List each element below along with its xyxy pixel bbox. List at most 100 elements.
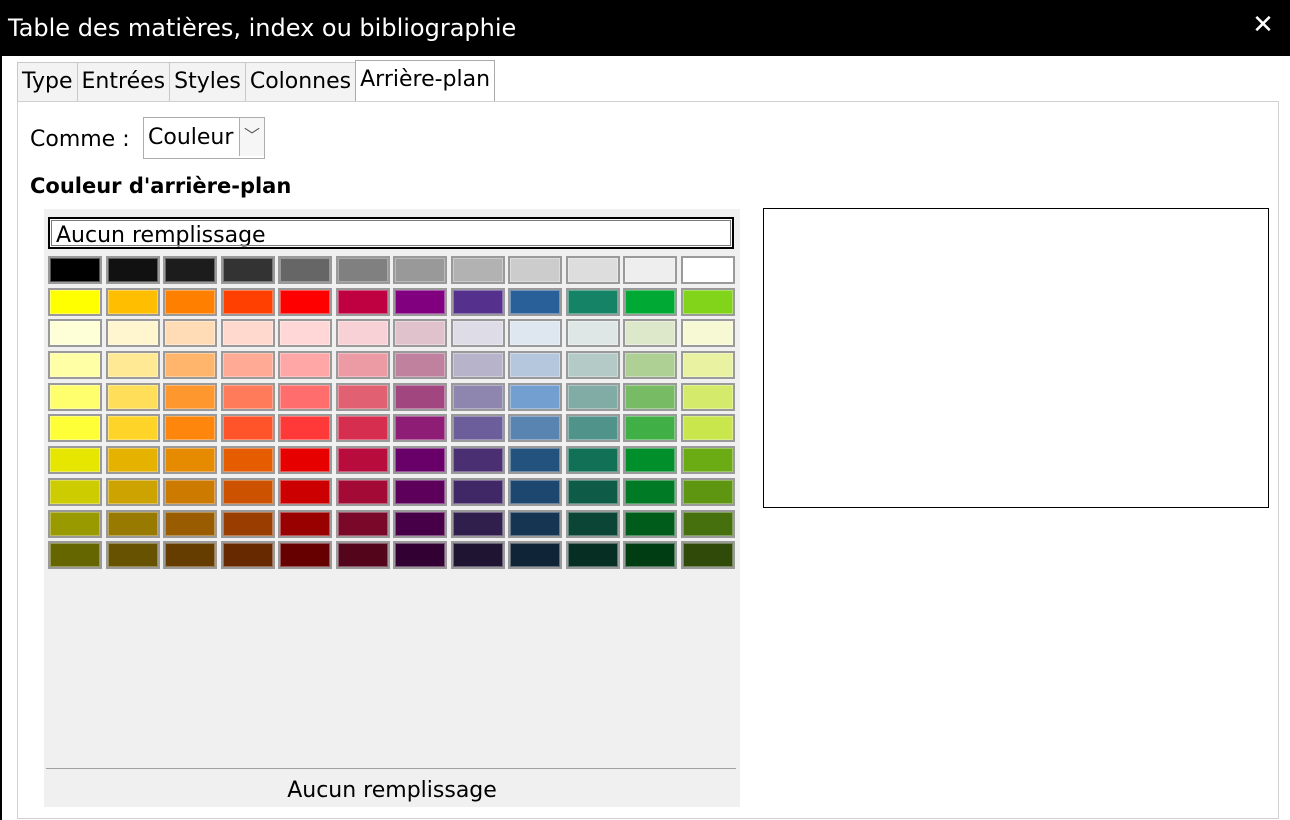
color-swatch[interactable] [565,446,620,475]
color-swatch[interactable] [278,256,332,284]
color-swatch[interactable] [565,509,620,538]
color-swatch[interactable] [393,256,447,284]
color-swatch[interactable] [450,446,505,475]
color-swatch[interactable] [163,414,217,443]
color-swatch[interactable] [393,351,447,380]
color-swatch[interactable] [393,541,447,570]
color-swatch[interactable] [220,446,275,475]
color-swatch[interactable] [278,414,332,443]
color-swatch[interactable] [508,319,562,348]
no-fill-button[interactable]: Aucun remplissage [48,217,734,249]
color-swatch[interactable] [163,287,217,316]
color-swatch[interactable] [450,319,505,348]
color-swatch[interactable] [680,446,735,475]
color-swatch[interactable] [278,541,332,570]
color-swatch[interactable] [393,509,447,538]
color-swatch[interactable] [450,382,505,411]
color-swatch[interactable] [450,256,505,284]
comme-select[interactable]: Couleur ﹀ [143,117,265,159]
color-swatch[interactable] [335,382,390,411]
color-swatch[interactable] [335,256,390,284]
color-swatch[interactable] [220,477,275,506]
color-swatch[interactable] [220,256,275,284]
color-swatch[interactable] [623,287,677,316]
color-swatch[interactable] [393,477,447,506]
color-swatch[interactable] [393,319,447,348]
color-swatch[interactable] [450,509,505,538]
color-swatch[interactable] [623,351,677,380]
color-swatch[interactable] [450,414,505,443]
color-swatch[interactable] [163,256,217,284]
chevron-down-icon[interactable]: ﹀ [239,118,264,156]
color-swatch[interactable] [623,319,677,348]
color-swatch[interactable] [565,287,620,316]
color-swatch[interactable] [623,509,677,538]
color-swatch[interactable] [48,541,102,570]
color-swatch[interactable] [105,477,160,506]
color-swatch[interactable] [450,477,505,506]
color-swatch[interactable] [335,287,390,316]
color-swatch[interactable] [680,382,735,411]
color-swatch[interactable] [278,382,332,411]
color-swatch[interactable] [680,256,735,284]
color-swatch[interactable] [278,477,332,506]
color-swatch[interactable] [48,256,102,284]
color-swatch[interactable] [105,541,160,570]
color-swatch[interactable] [508,256,562,284]
color-swatch[interactable] [335,351,390,380]
color-swatch[interactable] [163,319,217,348]
color-swatch[interactable] [105,319,160,348]
color-swatch[interactable] [450,541,505,570]
color-swatch[interactable] [508,477,562,506]
color-swatch[interactable] [163,541,217,570]
tab-arriere-plan[interactable]: Arrière-plan [355,60,496,101]
color-swatch[interactable] [680,287,735,316]
color-swatch[interactable] [680,509,735,538]
color-swatch[interactable] [105,509,160,538]
close-icon[interactable]: ✕ [1250,10,1276,40]
color-swatch[interactable] [565,382,620,411]
color-swatch[interactable] [48,351,102,380]
color-swatch[interactable] [680,319,735,348]
color-swatch[interactable] [105,287,160,316]
color-swatch[interactable] [508,351,562,380]
color-swatch[interactable] [565,351,620,380]
color-swatch[interactable] [623,256,677,284]
color-swatch[interactable] [163,382,217,411]
color-swatch[interactable] [220,351,275,380]
color-swatch[interactable] [105,446,160,475]
color-swatch[interactable] [48,509,102,538]
color-swatch[interactable] [278,509,332,538]
color-swatch[interactable] [278,287,332,316]
color-swatch[interactable] [508,287,562,316]
color-swatch[interactable] [220,414,275,443]
tab-colonnes[interactable]: Colonnes [244,62,357,101]
color-swatch[interactable] [623,541,677,570]
color-swatch[interactable] [278,351,332,380]
color-swatch[interactable] [48,287,102,316]
color-swatch[interactable] [508,541,562,570]
color-swatch[interactable] [565,256,620,284]
color-swatch[interactable] [565,319,620,348]
color-swatch[interactable] [335,541,390,570]
color-swatch[interactable] [623,382,677,411]
color-swatch[interactable] [623,477,677,506]
color-swatch[interactable] [105,351,160,380]
color-swatch[interactable] [450,287,505,316]
color-swatch[interactable] [335,319,390,348]
color-swatch[interactable] [105,414,160,443]
color-swatch[interactable] [163,446,217,475]
color-swatch[interactable] [48,477,102,506]
color-swatch[interactable] [565,541,620,570]
tab-styles[interactable]: Styles [169,62,246,101]
color-swatch[interactable] [508,382,562,411]
color-swatch[interactable] [450,351,505,380]
tab-type[interactable]: Type [17,62,78,101]
color-swatch[interactable] [508,414,562,443]
color-swatch[interactable] [220,287,275,316]
color-swatch[interactable] [163,509,217,538]
color-swatch[interactable] [565,414,620,443]
color-swatch[interactable] [220,509,275,538]
color-swatch[interactable] [680,414,735,443]
color-swatch[interactable] [278,319,332,348]
